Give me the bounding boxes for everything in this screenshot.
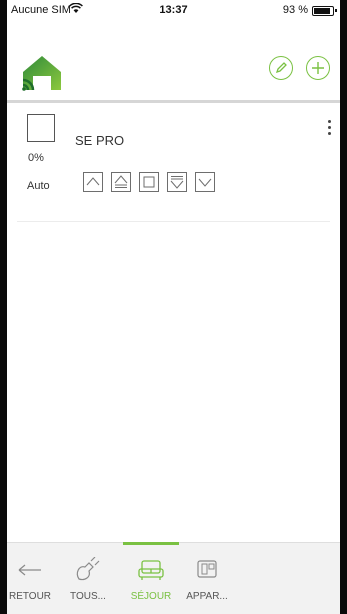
- app-header: [7, 20, 340, 100]
- chevron-up-bar-icon: [114, 175, 128, 188]
- stop-square-icon: [143, 176, 155, 188]
- tab-appar-label: APPAR...: [186, 591, 228, 602]
- pencil-icon: [275, 62, 287, 74]
- add-button[interactable]: [306, 56, 330, 80]
- device-card[interactable]: 0% Auto SE PRO: [7, 112, 340, 222]
- stop-button[interactable]: [139, 172, 159, 192]
- edit-button[interactable]: [269, 56, 293, 80]
- tab-retour[interactable]: RETOUR: [7, 543, 53, 614]
- phone-frame: Aucune SIM 13:37 93 % 0% Auto SE PRO RET…: [0, 0, 347, 614]
- right-bezel: [340, 0, 347, 614]
- tab-retour-label: RETOUR: [8, 591, 52, 602]
- up-button[interactable]: [83, 172, 103, 192]
- down-button[interactable]: [195, 172, 215, 192]
- tab-tous[interactable]: TOUS...: [53, 543, 123, 614]
- plug-icon: [73, 556, 103, 583]
- battery-tip: [335, 9, 337, 12]
- tab-appar[interactable]: APPAR...: [179, 543, 235, 614]
- plus-icon: [312, 62, 324, 74]
- tab-tous-label: TOUS...: [70, 591, 106, 602]
- up-stop-button[interactable]: [111, 172, 131, 192]
- tab-sejour[interactable]: SÉJOUR: [123, 542, 179, 614]
- left-bezel: [0, 0, 7, 614]
- position-indicator[interactable]: [27, 114, 55, 142]
- more-options-icon[interactable]: [324, 120, 334, 140]
- sofa-icon: [136, 557, 166, 583]
- devices-icon: [192, 557, 222, 583]
- battery-percent: 93 %: [282, 4, 308, 16]
- mode-label: Auto: [27, 180, 50, 192]
- device-name: SE PRO: [75, 133, 125, 148]
- chevron-up-icon: [86, 177, 100, 186]
- down-stop-button[interactable]: [167, 172, 187, 192]
- home-wifi-logo-icon: [21, 54, 63, 92]
- bottom-tab-bar: RETOUR TOUS... SÉJOUR APPAR...: [7, 542, 340, 614]
- chevron-down-icon: [198, 178, 212, 187]
- arrow-left-icon: [15, 557, 45, 583]
- status-bar: Aucune SIM 13:37 93 %: [7, 0, 340, 20]
- battery-icon: [312, 6, 334, 16]
- position-percent: 0%: [28, 152, 44, 164]
- chevron-down-bar-icon: [170, 176, 184, 189]
- tab-sejour-label: SÉJOUR: [130, 591, 172, 602]
- app-screen: Aucune SIM 13:37 93 % 0% Auto SE PRO RET…: [7, 0, 340, 614]
- header-divider: [7, 100, 340, 103]
- card-divider: [17, 221, 330, 222]
